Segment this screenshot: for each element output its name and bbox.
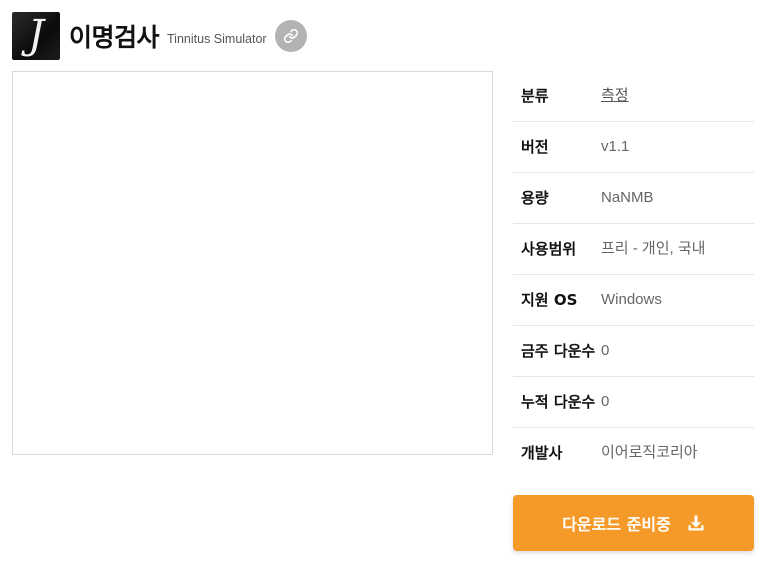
info-table: 분류 측정 버전 v1.1 용량 NaNMB 사용범위 프리 - 개인, 국내 … <box>513 71 754 478</box>
info-row-weekly-downloads: 금주 다운수 0 <box>513 326 754 377</box>
info-row-license: 사용범위 프리 - 개인, 국내 <box>513 224 754 275</box>
info-row-category: 분류 측정 <box>513 71 754 122</box>
info-row-version: 버전 v1.1 <box>513 122 754 173</box>
info-value: Windows <box>601 291 662 308</box>
info-value: 이어로직코리아 <box>601 444 698 461</box>
info-label: 누적 다운수 <box>521 393 596 411</box>
info-label: 용량 <box>521 189 549 207</box>
info-value: v1.1 <box>601 138 630 155</box>
download-button[interactable]: 다운로드 준비중 <box>513 495 754 551</box>
info-label: 버전 <box>521 138 549 156</box>
info-value: 0 <box>601 342 610 359</box>
info-label: 분류 <box>521 87 549 105</box>
download-icon <box>687 514 705 532</box>
link-icon <box>283 28 298 44</box>
info-row-os: 지원 OS Windows <box>513 275 754 326</box>
category-link[interactable]: 측정 <box>601 84 629 108</box>
info-label: 금주 다운수 <box>521 342 596 360</box>
info-row-total-downloads: 누적 다운수 0 <box>513 377 754 428</box>
logo-letter: J <box>27 12 45 58</box>
screenshot-preview <box>12 71 493 455</box>
info-row-developer: 개발사 이어로직코리아 <box>513 428 754 478</box>
download-label: 다운로드 준비중 <box>562 515 671 534</box>
app-title: 이명검사 <box>69 23 160 52</box>
app-subtitle: Tinnitus Simulator <box>167 32 267 46</box>
info-value: 프리 - 개인, 국내 <box>601 240 706 257</box>
info-label: 지원 OS <box>521 291 578 309</box>
app-logo: J <box>12 12 60 60</box>
info-row-size: 용량 NaNMB <box>513 173 754 224</box>
copy-link-button[interactable] <box>274 20 307 52</box>
info-value: 0 <box>601 393 610 410</box>
info-label: 사용범위 <box>521 240 577 258</box>
info-value: NaNMB <box>601 189 654 206</box>
info-label: 개발사 <box>521 444 563 462</box>
app-header: J 이명검사 Tinnitus Simulator <box>12 12 307 60</box>
